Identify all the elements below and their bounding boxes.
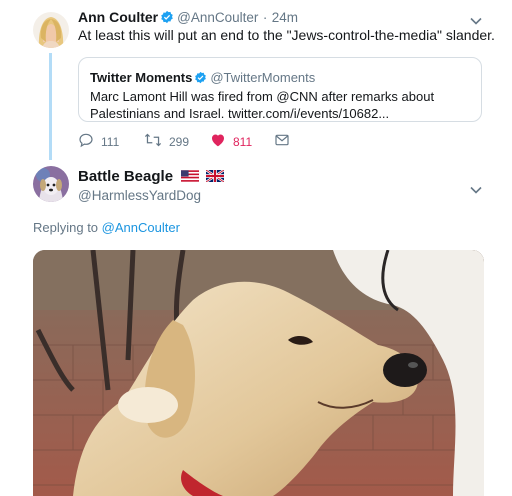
tweet2-header: Battle Beagle xyxy=(78,168,225,187)
thread-line xyxy=(49,53,52,160)
quote-header: Twitter Moments @TwitterMoments xyxy=(90,69,315,89)
tweet2-author-name[interactable]: Battle Beagle xyxy=(78,168,173,185)
reply-button[interactable]: 111 xyxy=(78,132,119,151)
quote-text: Marc Lamont Hill was fired from @CNN aft… xyxy=(90,89,435,121)
replying-to-label: Replying to xyxy=(33,220,99,235)
puppy-photo xyxy=(33,250,484,496)
tweet2-author-handle[interactable]: @HarmlessYardDog xyxy=(78,188,201,203)
us-flag-icon xyxy=(180,169,199,187)
uk-flag-icon xyxy=(205,169,225,187)
tweet1-text: At least this will put an end to the "Je… xyxy=(78,27,495,43)
envelope-icon xyxy=(274,132,290,151)
like-button[interactable]: 811 xyxy=(210,132,252,151)
reply-icon xyxy=(78,132,94,151)
ann-coulter-avatar[interactable] xyxy=(33,12,69,48)
quote-verified-badge-icon xyxy=(194,71,207,89)
tweet2-chevron-down-icon[interactable] xyxy=(470,181,482,199)
quote-author-name: Twitter Moments xyxy=(90,70,193,85)
tweet1-timestamp[interactable]: 24m xyxy=(272,10,298,25)
tweet1-author-handle[interactable]: @AnnCoulter xyxy=(177,10,258,25)
tweet1-separator: · xyxy=(262,10,268,25)
quote-author-handle: @TwitterMoments xyxy=(210,70,316,85)
direct-message-button[interactable] xyxy=(274,132,290,151)
retweet-count: 299 xyxy=(169,134,190,149)
retweet-button[interactable]: 299 xyxy=(144,132,189,151)
like-count: 811 xyxy=(233,134,253,149)
retweet-icon xyxy=(144,132,162,151)
replying-to-line: Replying to @AnnCoulter xyxy=(33,220,180,235)
reply-count: 111 xyxy=(101,134,120,149)
quoted-tweet-card[interactable]: Twitter Moments @TwitterMoments Marc Lamo… xyxy=(78,57,482,122)
tweet2-media-photo[interactable] xyxy=(33,250,484,496)
tweet1-header: Ann Coulter @AnnCoulter · 24m xyxy=(78,9,298,29)
tweet1-author-name[interactable]: Ann Coulter xyxy=(78,9,158,25)
battle-beagle-avatar[interactable] xyxy=(33,166,69,202)
heart-icon xyxy=(210,132,226,151)
replying-to-handle-link[interactable]: @AnnCoulter xyxy=(102,220,180,235)
